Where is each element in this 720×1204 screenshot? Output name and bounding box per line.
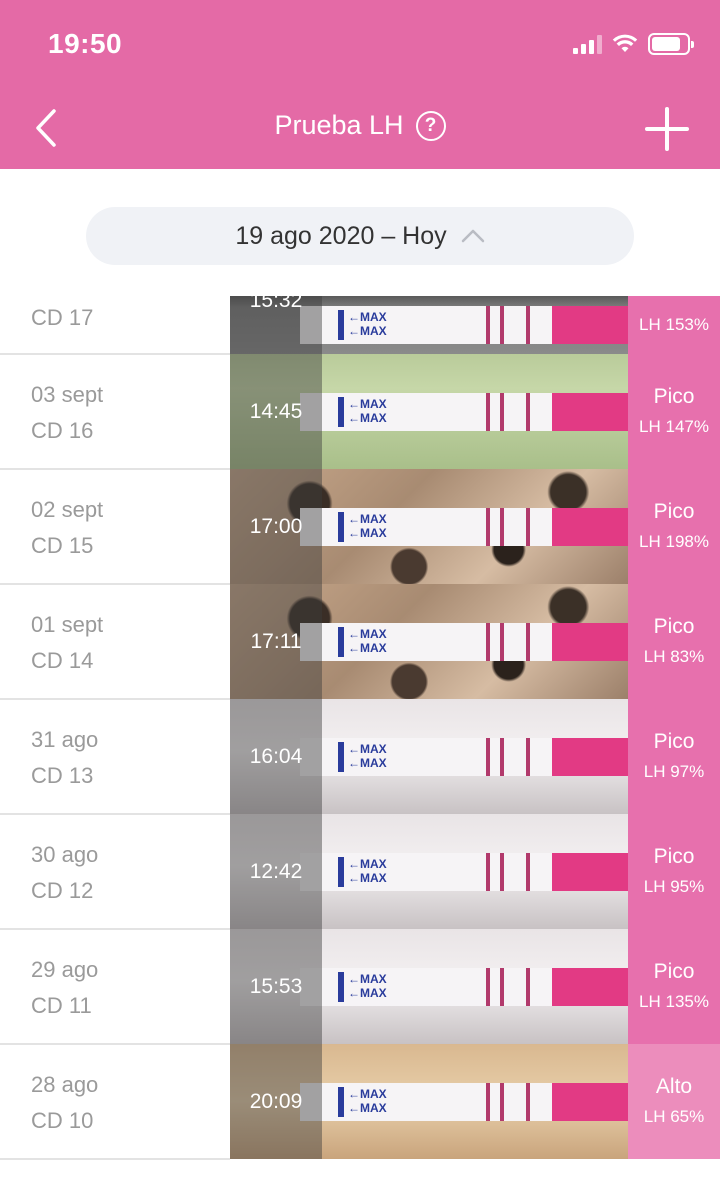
app-header: 19:50 Prueba LH ?	[0, 0, 720, 169]
status-time: 19:50	[48, 28, 123, 59]
lh-level: Pico	[653, 729, 695, 753]
svg-text:←MAX: ←MAX	[348, 756, 387, 770]
test-row[interactable]: 01 sept CD 14 ←MAX ←MAX 17:11 Pico LH 83%	[0, 584, 720, 700]
cycle-day: CD 12	[31, 878, 94, 903]
test-strip-photo[interactable]: ←MAX ←MAX 15:53	[230, 929, 628, 1044]
lh-percent: LH 97%	[643, 761, 705, 781]
wifi-icon	[612, 34, 638, 52]
lh-percent: LH 147%	[639, 416, 709, 436]
test-date: 01 sept	[31, 612, 104, 637]
test-date: 02 sept	[31, 497, 104, 522]
battery-icon	[648, 33, 694, 55]
row-divider	[0, 1158, 230, 1160]
test-result: Pico LH 95%	[628, 814, 720, 929]
test-row[interactable]: CD 17 ←MAX ←MAX 15:32 LH 153%	[0, 296, 720, 355]
lh-percent: LH 65%	[643, 1106, 705, 1126]
test-row[interactable]: 29 ago CD 11 ←MAX ←MAX 15:53 Pico LH 135%	[0, 929, 720, 1045]
test-date: 29 ago	[31, 957, 99, 982]
test-row[interactable]: 28 ago CD 10 ←MAX ←MAX 20:09 Alto LH 65%	[0, 1044, 720, 1160]
cycle-day: CD 10	[31, 1108, 94, 1133]
test-result: Pico LH 83%	[628, 584, 720, 699]
nav-title-group: Prueba LH ?	[0, 110, 720, 141]
test-result: Pico LH 97%	[628, 699, 720, 814]
test-strip-photo[interactable]: ←MAX ←MAX 14:45	[230, 354, 628, 469]
lh-percent: LH 135%	[639, 991, 709, 1011]
test-row[interactable]: 03 sept CD 16 ←MAX ←MAX 14:45 Pico LH 147%	[0, 354, 720, 470]
test-row[interactable]: 02 sept CD 15 ←MAX ←MAX 17:00 Pico LH 198%	[0, 469, 720, 585]
cycle-day: CD 16	[31, 418, 94, 443]
lh-level: Pico	[653, 614, 695, 638]
test-time: 20:09	[230, 1044, 322, 1159]
date-range-label: 19 ago 2020 – Hoy	[235, 221, 447, 250]
svg-text:←MAX: ←MAX	[348, 324, 387, 338]
cycle-day: CD 17	[31, 305, 94, 330]
test-row[interactable]: 31 ago CD 13 ←MAX ←MAX 16:04 Pico LH 97%	[0, 699, 720, 815]
cycle-day: CD 14	[31, 648, 94, 673]
lh-level: Pico	[653, 844, 695, 868]
cycle-day: CD 11	[31, 993, 92, 1018]
svg-text:←MAX: ←MAX	[348, 857, 387, 871]
test-time: 15:53	[230, 929, 322, 1044]
test-time: 15:32	[230, 296, 322, 354]
test-strip-photo[interactable]: ←MAX ←MAX 17:11	[230, 584, 628, 699]
date-range-selector[interactable]: 19 ago 2020 – Hoy	[86, 207, 634, 265]
test-result: LH 153%	[628, 296, 720, 354]
svg-text:←MAX: ←MAX	[348, 1087, 387, 1101]
svg-text:←MAX: ←MAX	[348, 972, 387, 986]
cellular-signal-icon	[573, 34, 602, 54]
test-date: 03 sept	[31, 382, 104, 407]
lh-percent: LH 83%	[643, 646, 705, 666]
page-title: Prueba LH	[274, 110, 404, 140]
test-strip-photo[interactable]: ←MAX ←MAX 15:32	[230, 296, 628, 354]
svg-text:←MAX: ←MAX	[348, 1101, 387, 1115]
lh-level: Pico	[653, 959, 695, 983]
svg-text:←MAX: ←MAX	[348, 397, 387, 411]
test-strip-photo[interactable]: ←MAX ←MAX 16:04	[230, 699, 628, 814]
svg-text:←MAX: ←MAX	[348, 512, 387, 526]
test-date: 30 ago	[31, 842, 99, 867]
cycle-day: CD 13	[31, 763, 94, 788]
test-result: Pico LH 198%	[628, 469, 720, 584]
help-icon[interactable]: ?	[415, 110, 446, 141]
test-time: 17:00	[230, 469, 322, 584]
svg-text:←MAX: ←MAX	[348, 526, 387, 540]
test-strip-photo[interactable]: ←MAX ←MAX 17:00	[230, 469, 628, 584]
test-result: Alto LH 65%	[628, 1044, 720, 1159]
svg-text:←MAX: ←MAX	[348, 986, 387, 1000]
lh-level: Pico	[653, 384, 695, 408]
svg-text:←MAX: ←MAX	[348, 310, 387, 324]
test-row[interactable]: 30 ago CD 12 ←MAX ←MAX 12:42 Pico LH 95%	[0, 814, 720, 930]
test-strip-photo[interactable]: ←MAX ←MAX 20:09	[230, 1044, 628, 1159]
test-date: 28 ago	[31, 1072, 99, 1097]
test-result: Pico LH 135%	[628, 929, 720, 1044]
lh-percent: LH 95%	[643, 876, 705, 896]
test-result: Pico LH 147%	[628, 354, 720, 469]
svg-text:←MAX: ←MAX	[348, 871, 387, 885]
test-time: 14:45	[230, 354, 322, 469]
test-time: 17:11	[230, 584, 322, 699]
lh-level: Alto	[655, 1074, 693, 1098]
lh-percent: LH 153%	[639, 315, 709, 334]
add-icon[interactable]	[644, 106, 690, 152]
status-icons	[573, 32, 694, 56]
svg-text:←MAX: ←MAX	[348, 411, 387, 425]
svg-text:←MAX: ←MAX	[348, 641, 387, 655]
lh-level: Pico	[653, 499, 695, 523]
test-strip-photo[interactable]: ←MAX ←MAX 12:42	[230, 814, 628, 929]
test-time: 16:04	[230, 699, 322, 814]
lh-percent: LH 198%	[639, 531, 709, 551]
cycle-day: CD 15	[31, 533, 94, 558]
svg-text:←MAX: ←MAX	[348, 742, 387, 756]
test-time: 12:42	[230, 814, 322, 929]
chevron-up-icon	[461, 229, 484, 243]
test-date: 31 ago	[31, 727, 99, 752]
svg-text:←MAX: ←MAX	[348, 627, 387, 641]
